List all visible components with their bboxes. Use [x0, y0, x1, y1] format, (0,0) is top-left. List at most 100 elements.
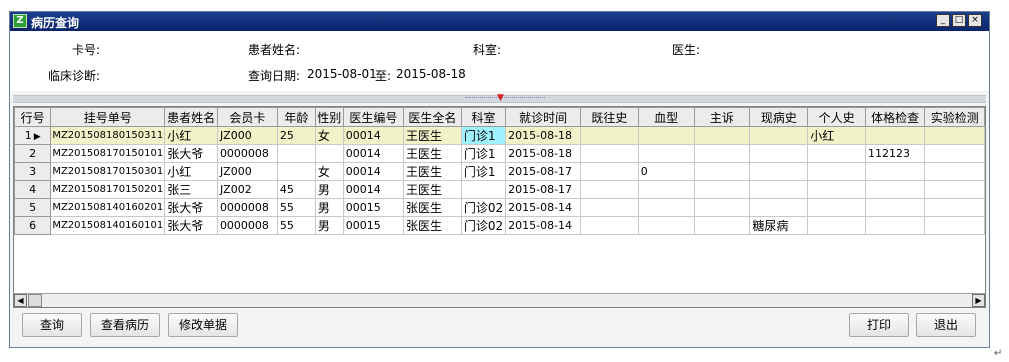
table-cell[interactable] — [864, 126, 926, 145]
table-cell[interactable] — [693, 180, 751, 199]
table-cell[interactable] — [749, 162, 809, 181]
scroll-left-icon[interactable]: ◀ — [14, 294, 27, 307]
panel-splitter[interactable]: ▼ — [13, 93, 986, 103]
table-cell[interactable]: 张大爷 — [164, 216, 218, 235]
table-cell[interactable]: 门诊1 — [460, 126, 507, 145]
table-cell[interactable] — [276, 144, 316, 163]
column-header[interactable]: 现病史 — [749, 107, 809, 127]
table-cell[interactable]: JZ000 — [216, 126, 278, 145]
table-cell[interactable]: 门诊02 — [460, 198, 507, 217]
table-cell[interactable]: 00014 — [342, 180, 405, 199]
table-cell[interactable]: 张大爷 — [164, 198, 218, 217]
table-cell[interactable]: JZ000 — [216, 162, 278, 181]
table-cell[interactable] — [864, 162, 926, 181]
table-cell[interactable] — [807, 162, 866, 181]
row-number-cell[interactable]: 4 — [14, 180, 52, 199]
table-cell[interactable]: 女 — [314, 126, 344, 145]
column-header[interactable]: 患者姓名 — [164, 107, 218, 127]
date-to-field[interactable]: 2015-08-18 — [396, 67, 466, 81]
table-cell[interactable]: MZ201508170150101 — [50, 144, 166, 163]
row-number-cell[interactable]: 1 ▶ — [14, 126, 52, 145]
table-cell[interactable] — [580, 180, 639, 199]
column-header[interactable]: 主诉 — [693, 107, 751, 127]
exit-button[interactable]: 退出 — [916, 313, 976, 337]
table-cell[interactable] — [637, 180, 695, 199]
table-row[interactable]: 1 ▶ MZ201508180150311 小红 JZ000 25 女 00014 王医生 门诊1… — [14, 126, 985, 145]
table-cell[interactable]: 女 — [314, 162, 344, 181]
table-cell[interactable]: 张大爷 — [164, 144, 218, 163]
table-cell[interactable] — [807, 216, 866, 235]
scroll-thumb[interactable] — [28, 294, 42, 307]
table-cell[interactable] — [924, 162, 985, 181]
table-cell[interactable]: 112123 — [864, 144, 926, 163]
table-cell[interactable] — [580, 216, 639, 235]
table-cell[interactable] — [637, 198, 695, 217]
table-cell[interactable]: MZ201508140160201 — [50, 198, 166, 217]
table-cell[interactable] — [749, 198, 809, 217]
table-cell[interactable]: 张医生 — [403, 216, 462, 235]
date-from-field[interactable]: 2015-08-01 — [307, 67, 377, 81]
table-row[interactable]: 4 MZ201508170150201 张三 JZ002 45 男 00014 王医生 2015… — [14, 180, 985, 199]
table-cell[interactable]: 55 — [276, 198, 316, 217]
print-button[interactable]: 打印 — [849, 313, 909, 337]
table-cell[interactable]: 张医生 — [403, 198, 462, 217]
table-cell[interactable]: 2015-08-17 — [505, 162, 582, 181]
column-header[interactable]: 个人史 — [807, 107, 866, 127]
table-cell[interactable]: 00015 — [342, 198, 405, 217]
table-cell[interactable] — [924, 198, 985, 217]
splitter-grip[interactable] — [465, 97, 545, 102]
table-cell[interactable]: 0000008 — [216, 144, 278, 163]
table-cell[interactable]: 2015-08-18 — [505, 144, 582, 163]
table-cell[interactable] — [924, 126, 985, 145]
minimize-button[interactable]: _ — [936, 14, 950, 27]
table-cell[interactable] — [637, 216, 695, 235]
table-cell[interactable] — [749, 126, 809, 145]
table-cell[interactable]: 王医生 — [403, 126, 462, 145]
table-cell[interactable]: 门诊02 — [460, 216, 507, 235]
table-cell[interactable] — [580, 126, 639, 145]
table-cell[interactable]: 小红 — [164, 126, 218, 145]
column-header[interactable]: 科室 — [460, 107, 507, 127]
table-cell[interactable] — [637, 126, 695, 145]
table-cell[interactable] — [807, 198, 866, 217]
table-cell[interactable]: 55 — [276, 216, 316, 235]
table-cell[interactable]: 男 — [314, 216, 344, 235]
table-cell[interactable]: 王医生 — [403, 144, 462, 163]
table-cell[interactable] — [864, 180, 926, 199]
table-cell[interactable]: 2015-08-18 — [505, 126, 582, 145]
table-row[interactable]: 5 MZ201508140160201 张大爷 0000008 55 男 00015 张医生门… — [14, 198, 985, 217]
search-button[interactable]: 查询 — [22, 313, 82, 337]
column-header[interactable]: 体格检查 — [864, 107, 926, 127]
table-cell[interactable]: 糖尿病 — [749, 216, 809, 235]
column-header[interactable]: 实验检测 — [924, 107, 985, 127]
table-cell[interactable]: MZ201508170150301 — [50, 162, 166, 181]
column-header[interactable]: 就诊时间 — [505, 107, 582, 127]
table-cell[interactable] — [693, 126, 751, 145]
table-cell[interactable]: 2015-08-17 — [505, 180, 582, 199]
table-cell[interactable]: 45 — [276, 180, 316, 199]
table-cell[interactable]: 王医生 — [403, 180, 462, 199]
table-cell[interactable] — [693, 162, 751, 181]
table-row[interactable]: 3 MZ201508170150301 小红 JZ000 女 00014 王医生 门诊1 201… — [14, 162, 985, 181]
table-cell[interactable]: 张三 — [164, 180, 218, 199]
table-cell[interactable] — [924, 180, 985, 199]
table-cell[interactable] — [693, 198, 751, 217]
table-cell[interactable]: 门诊1 — [460, 162, 507, 181]
row-number-cell[interactable]: 6 — [14, 216, 52, 235]
table-cell[interactable] — [693, 216, 751, 235]
table-cell[interactable] — [580, 162, 639, 181]
table-cell[interactable]: 00014 — [342, 144, 405, 163]
table-cell[interactable] — [460, 180, 507, 199]
table-cell[interactable] — [807, 144, 866, 163]
table-cell[interactable]: 0000008 — [216, 198, 278, 217]
table-cell[interactable] — [864, 198, 926, 217]
table-cell[interactable] — [693, 144, 751, 163]
table-cell[interactable]: 小红 — [164, 162, 218, 181]
table-cell[interactable] — [314, 144, 344, 163]
column-header[interactable]: 性别 — [314, 107, 344, 127]
table-cell[interactable] — [807, 180, 866, 199]
column-header[interactable]: 血型 — [637, 107, 695, 127]
table-cell[interactable] — [864, 216, 926, 235]
scroll-right-icon[interactable]: ▶ — [972, 294, 985, 307]
maximize-button[interactable]: □ — [952, 14, 966, 27]
